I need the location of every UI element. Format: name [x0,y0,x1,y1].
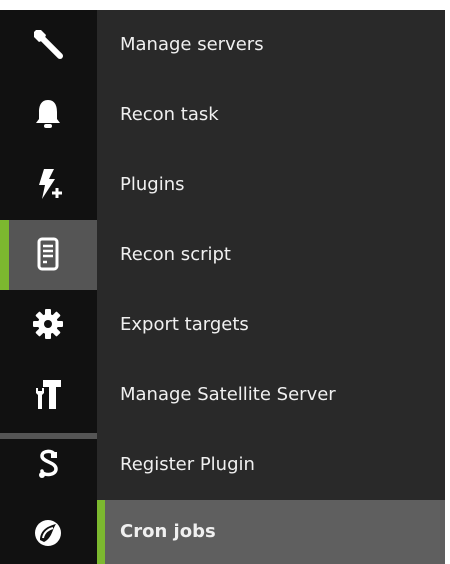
wrench-icon [34,30,63,59]
menu-item-label: Cron jobs [120,521,216,542]
menu-item-manage-servers[interactable]: Manage servers [0,10,445,80]
menu-item-recon-task[interactable]: Recon task [0,80,445,150]
icon-cell [0,500,97,564]
icon-cell [0,80,97,150]
menu-item-register-plugin[interactable]: Register Plugin [0,430,445,500]
menu-item-label: Recon script [120,244,231,265]
bell-icon [36,100,60,128]
window-frame: Manage servers Recon task Plugins Recon … [0,0,450,564]
menu-item-label: Manage Satellite Server [120,384,336,405]
menu-item-recon-script[interactable]: Recon script [0,220,445,290]
icon-cell-highlighted [0,220,97,290]
menu-rows: Manage servers Recon task Plugins Recon … [0,10,445,564]
active-indicator [97,500,105,564]
menu-item-cron-jobs[interactable]: Cron jobs [0,500,445,564]
icon-cell [0,290,97,360]
menu-item-label: Manage servers [120,34,264,55]
icon-cell [0,430,97,500]
tools-hammer-screwdriver-icon [36,380,61,409]
icon-cell [0,150,97,220]
cron-logo-icon [35,520,61,546]
plug-cable-icon [39,449,58,478]
lightning-plus-icon [39,169,62,199]
menu-item-label: Plugins [120,174,185,195]
menu-item-manage-satellite-server[interactable]: Manage Satellite Server [0,360,445,430]
menu-item-label: Register Plugin [120,454,255,475]
gear-icon [33,309,63,339]
menu-item-label: Export targets [120,314,249,335]
menu-item-export-targets[interactable]: Export targets [0,290,445,360]
icon-cell [0,360,97,430]
icon-cell [0,10,97,80]
sidebar-menu: Manage servers Recon task Plugins Recon … [0,10,445,564]
script-document-icon [37,237,59,271]
menu-item-label: Recon task [120,104,219,125]
menu-item-plugins[interactable]: Plugins [0,150,445,220]
